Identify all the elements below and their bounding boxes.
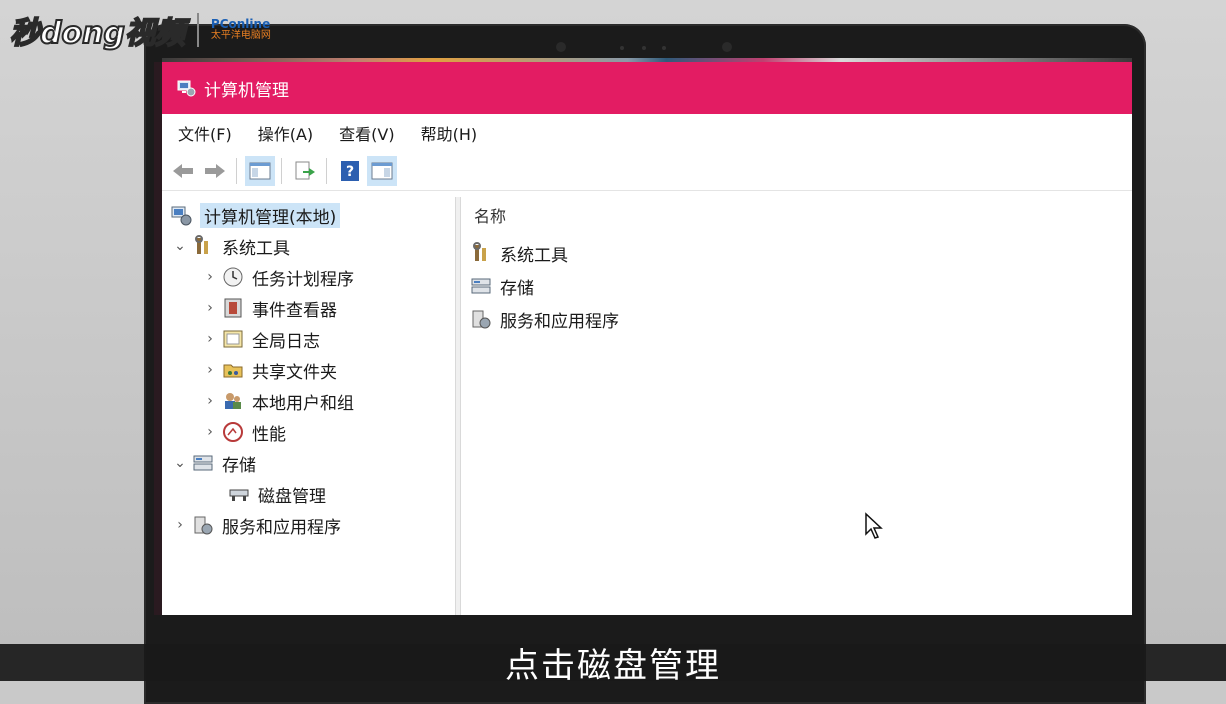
- forward-button[interactable]: [200, 156, 230, 186]
- partner-logo-subtext: 太平洋电脑网: [210, 30, 271, 41]
- tree-label: 本地用户和组: [252, 393, 354, 414]
- tree-item-global-log[interactable]: › 全局日志: [202, 325, 320, 353]
- services-icon: [472, 310, 491, 329]
- window-title: 计算机管理: [204, 80, 289, 101]
- action-pane-icon: [371, 162, 393, 180]
- toolbar-separator: [326, 158, 327, 184]
- chevron-right-icon[interactable]: ›: [202, 424, 218, 440]
- chevron-right-icon[interactable]: ›: [202, 300, 218, 316]
- menu-help[interactable]: 帮助(H): [421, 121, 478, 145]
- tree-item-performance[interactable]: › 性能: [202, 418, 286, 446]
- subtitle-bar: 点击磁盘管理: [0, 644, 1226, 686]
- tree-item-task-scheduler[interactable]: › 任务计划程序: [202, 263, 354, 291]
- tree-item-local-users[interactable]: › 本地用户和组: [202, 387, 354, 415]
- clock-icon: [223, 267, 243, 287]
- video-watermark: 秒dong视频 PConline 太平洋电脑网: [9, 8, 271, 52]
- list-item-label: 服务和应用程序: [500, 311, 619, 332]
- computer-management-window: 计算机管理 文件(F) 操作(A) 查看(V) 帮助(H) ? 计算机管理(本地…: [162, 62, 1132, 615]
- tools-icon: [195, 235, 208, 254]
- users-icon: [225, 393, 241, 409]
- help-icon: ?: [341, 161, 359, 181]
- shared-folder-icon: [223, 364, 243, 378]
- show-hide-tree-button[interactable]: [245, 156, 275, 186]
- toolbar-separator: [281, 158, 282, 184]
- list-item-label: 存储: [500, 278, 534, 299]
- export-icon: [295, 161, 315, 180]
- show-action-pane-button[interactable]: [367, 156, 397, 186]
- log-icon: [223, 330, 243, 348]
- logo-divider: [196, 13, 199, 47]
- tree-label: 系统工具: [222, 238, 290, 259]
- chevron-right-icon[interactable]: ›: [172, 517, 188, 533]
- partner-logo-text: PConline: [210, 17, 271, 31]
- list-item-system-tools[interactable]: 系统工具: [470, 239, 568, 267]
- tree-label: 服务和应用程序: [222, 517, 341, 538]
- title-bar[interactable]: 计算机管理: [162, 62, 1132, 114]
- chevron-right-icon[interactable]: ›: [202, 393, 218, 409]
- services-icon: [194, 516, 213, 535]
- chevron-down-icon[interactable]: ⌄: [172, 455, 188, 471]
- back-arrow-icon: [173, 164, 193, 178]
- chevron-right-icon[interactable]: ›: [202, 362, 218, 378]
- toolbar: ?: [162, 152, 1132, 191]
- toolbar-separator: [236, 158, 237, 184]
- bezel-sensor: [556, 42, 566, 52]
- performance-icon: [223, 422, 243, 442]
- mouse-cursor-icon: [865, 512, 883, 539]
- tree-item-computer-management[interactable]: 计算机管理(本地): [170, 201, 341, 229]
- event-viewer-icon: [224, 298, 242, 318]
- tree-label: 存储: [222, 455, 256, 476]
- subtitle-text: 点击磁盘管理: [505, 646, 721, 686]
- storage-icon: [471, 278, 491, 294]
- tree-label: 计算机管理(本地): [200, 202, 341, 228]
- console-tree: 计算机管理(本地) ⌄ 系统工具 › 任务计划程序 › 事件查看器 › 全局日志…: [162, 197, 456, 615]
- export-list-button[interactable]: [290, 156, 320, 186]
- storage-icon: [193, 455, 213, 471]
- desktop-edge: [154, 62, 162, 615]
- tree-label: 任务计划程序: [252, 269, 354, 290]
- partner-logo: PConline 太平洋电脑网: [211, 18, 271, 42]
- menu-action[interactable]: 操作(A): [258, 121, 313, 145]
- back-button[interactable]: [168, 156, 198, 186]
- computer-management-icon: [171, 206, 192, 226]
- tree-item-storage[interactable]: ⌄ 存储: [172, 449, 256, 477]
- tree-item-event-viewer[interactable]: › 事件查看器: [202, 294, 337, 322]
- list-item-label: 系统工具: [500, 245, 568, 266]
- chevron-right-icon[interactable]: ›: [202, 269, 218, 285]
- pane-splitter[interactable]: [456, 197, 461, 615]
- tree-item-system-tools[interactable]: ⌄ 系统工具: [172, 232, 290, 260]
- tree-label: 共享文件夹: [252, 362, 337, 383]
- tree-label: 全局日志: [252, 331, 320, 352]
- tree-label: 事件查看器: [252, 300, 337, 321]
- brand-logo: 秒dong视频: [9, 15, 186, 52]
- chevron-right-icon[interactable]: ›: [202, 331, 218, 347]
- tree-label: 性能: [252, 424, 286, 445]
- column-header-name[interactable]: 名称: [474, 203, 506, 227]
- list-item-storage[interactable]: 存储: [470, 272, 534, 300]
- list-item-services-apps[interactable]: 服务和应用程序: [470, 305, 619, 333]
- svg-text:?: ?: [346, 164, 354, 180]
- tools-icon: [473, 242, 486, 261]
- help-button[interactable]: ?: [335, 156, 365, 186]
- bezel-sensor: [620, 46, 624, 50]
- results-pane: 名称 系统工具 存储 服务和应用程序: [462, 197, 1132, 615]
- disk-icon: [229, 489, 249, 501]
- menu-bar: 文件(F) 操作(A) 查看(V) 帮助(H): [162, 114, 1132, 152]
- menu-view[interactable]: 查看(V): [339, 121, 394, 145]
- tree-label: 磁盘管理: [258, 486, 326, 507]
- forward-arrow-icon: [205, 164, 225, 178]
- console-tree-icon: [249, 162, 271, 180]
- computer-management-icon: [177, 80, 196, 97]
- bezel-sensor: [642, 46, 646, 50]
- menu-file[interactable]: 文件(F): [178, 121, 232, 145]
- tree-item-disk-management[interactable]: 磁盘管理: [228, 480, 326, 508]
- tree-item-services-apps[interactable]: › 服务和应用程序: [172, 511, 341, 539]
- webcam: [722, 42, 732, 52]
- chevron-down-icon[interactable]: ⌄: [172, 238, 188, 254]
- bezel-sensor: [662, 46, 666, 50]
- tree-item-shared-folders[interactable]: › 共享文件夹: [202, 356, 337, 384]
